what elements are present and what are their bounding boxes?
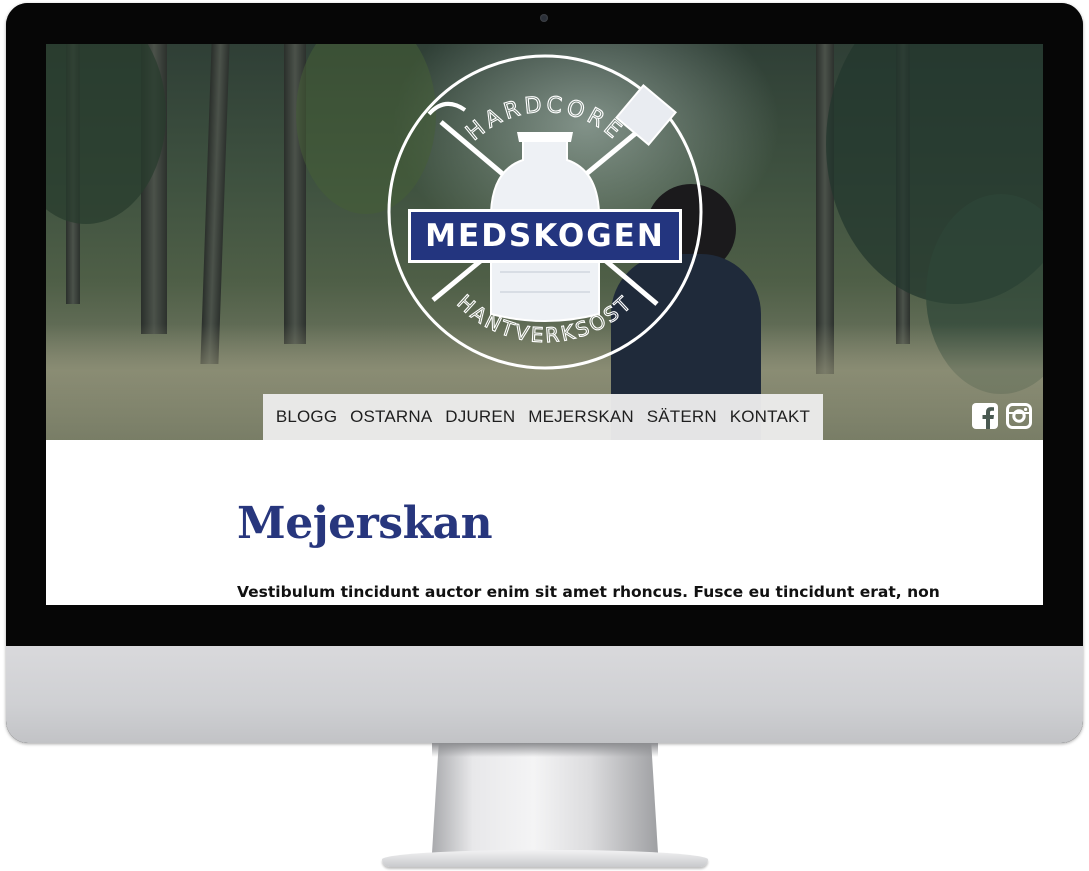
hero-forest-image: HARDCORE HANTVERKSOST MEDSKOGEN BLOGG OS… [46, 44, 1043, 440]
nav-item-kontakt[interactable]: KONTAKT [730, 407, 810, 427]
nav-item-ostarna[interactable]: OSTARNA [350, 407, 432, 427]
monitor-stand-neck [432, 743, 658, 853]
page-title: Mejerskan [237, 498, 493, 549]
monitor-chin [6, 646, 1083, 743]
instagram-icon[interactable] [1006, 403, 1032, 429]
monitor-stand-shadow [432, 743, 658, 757]
nav-item-satern[interactable]: SÄTERN [647, 407, 717, 427]
logo-name-banner[interactable]: MEDSKOGEN [408, 209, 682, 263]
website-screen: HARDCORE HANTVERKSOST MEDSKOGEN BLOGG OS… [46, 44, 1043, 605]
facebook-icon[interactable] [972, 403, 998, 429]
page-content: Mejerskan Vestibulum tincidunt auctor en… [46, 440, 1043, 605]
page-intro-text: Vestibulum tincidunt auctor enim sit ame… [237, 583, 940, 601]
tree-trunk [200, 44, 230, 364]
nav-item-djuren[interactable]: DJUREN [445, 407, 515, 427]
nav-item-blogg[interactable]: BLOGG [276, 407, 337, 427]
main-navigation: BLOGG OSTARNA DJUREN MEJERSKAN SÄTERN KO… [263, 394, 823, 440]
monitor-stand-foot [382, 850, 708, 867]
camera-icon [540, 14, 548, 22]
logo-name-text: MEDSKOGEN [425, 218, 665, 254]
nav-item-mejerskan[interactable]: MEJERSKAN [528, 407, 634, 427]
